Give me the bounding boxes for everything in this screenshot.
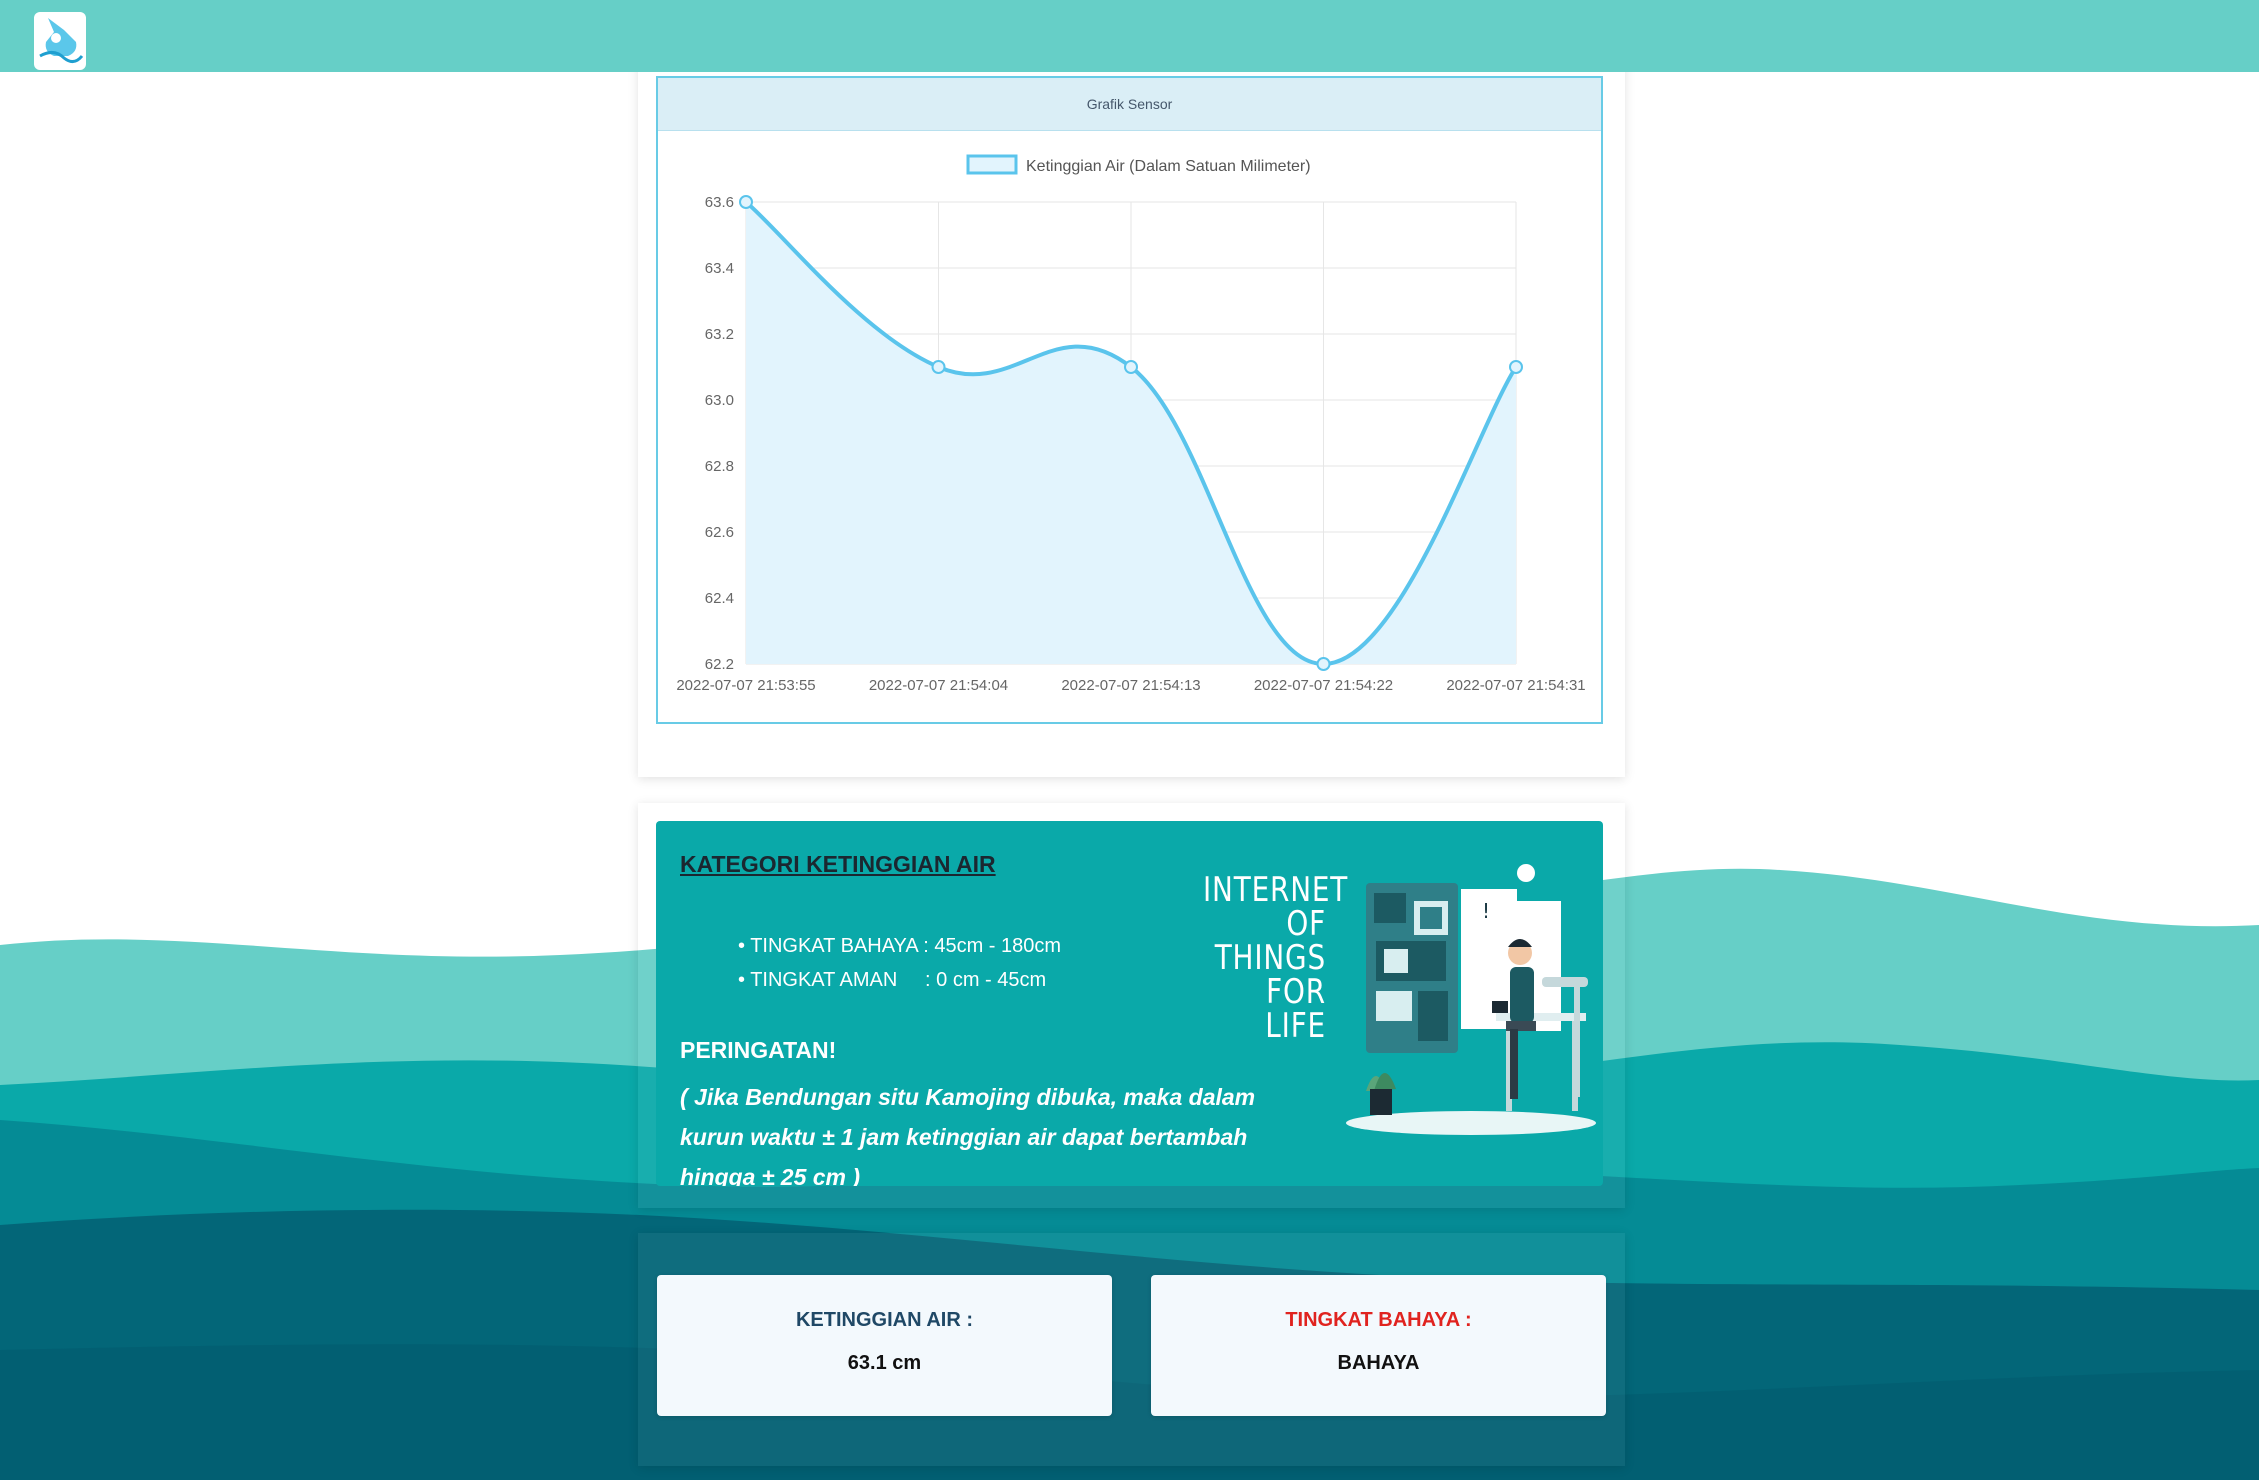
y-tick-label: 63.6 [705,194,734,211]
kategori-list: • TINGKAT BAHAYA : 45cm - 180cm • TINGKA… [738,929,1061,997]
data-point [931,360,946,374]
y-tick-label: 63.0 [705,392,734,409]
x-tick-label: 2022-07-07 21:54:04 [869,677,1008,694]
data-point [1316,657,1331,671]
data-point [1509,360,1523,374]
iot-line: FOR [1266,972,1326,1012]
x-tick-label: 2022-07-07 21:54:13 [1061,677,1200,694]
x-tick-label: 2022-07-07 21:53:55 [676,677,815,694]
iot-line: LIFE [1265,1006,1326,1046]
y-tick-label: 63.2 [705,326,734,343]
iot-illustration-icon: ! [1346,864,1596,1135]
svg-text:!: ! [1482,899,1490,923]
iot-line: OF [1286,904,1326,944]
warning-title: PERINGATAN! [680,1037,837,1063]
danger-level-card: TINGKAT BAHAYA : BAHAYA [1151,1275,1606,1416]
top-navbar [0,0,2259,72]
status-panel: KETINGGIAN AIR : 63.1 cm TINGKAT BAHAYA … [638,1233,1625,1466]
legend-label: Ketinggian Air (Dalam Satuan Milimeter) [1026,158,1311,175]
kategori-title: KATEGORI KETINGGIAN AIR [680,851,996,877]
water-level-card: KETINGGIAN AIR : 63.1 cm [657,1275,1112,1416]
iot-line: THINGS [1214,938,1326,978]
chart-card-title: Grafik Sensor [658,78,1601,131]
kategori-card: KATEGORI KETINGGIAN AIR • TINGKAT BAHAYA… [656,821,1603,1186]
kategori-item-aman: • TINGKAT AMAN : 0 cm - 45cm [738,969,1047,991]
water-level-chart: 63.6 63.4 63.2 63.0 62.8 62.6 62.4 62.2 2022-07-… [676,154,1586,694]
x-tick-label: 2022-07-07 21:54:31 [1446,677,1585,694]
chart-panel: Grafik Sensor 63.6 63.4 63.2 63.0 62.8 62.6 62… [638,62,1625,777]
water-level-logo-icon[interactable] [34,12,86,70]
y-tick-label: 62.2 [705,656,734,673]
y-tick-label: 62.4 [705,590,734,607]
water-level-label: KETINGGIAN AIR : [795,1309,974,1331]
y-tick-label: 62.6 [705,524,734,541]
data-point [739,195,753,209]
kategori-panel: KATEGORI KETINGGIAN AIR • TINGKAT BAHAYA… [638,803,1625,1208]
danger-level-value: BAHAYA [1337,1352,1420,1374]
iot-slogan: INTERNET OF THINGS FOR LIFE [1203,870,1349,1046]
y-tick-label: 63.4 [705,260,734,277]
legend-swatch [966,154,1018,175]
warning-text: ( Jika Bendungan situ Kamojing dibuka, m… [680,1084,1256,1186]
chart-card: Grafik Sensor 63.6 63.4 63.2 63.0 62.8 62.6 62… [656,76,1603,724]
kategori-item-bahaya: • TINGKAT BAHAYA : 45cm - 180cm [738,935,1062,957]
y-tick-label: 62.8 [705,458,734,475]
water-level-value: 63.1 cm [847,1352,922,1374]
data-point [1124,360,1138,374]
iot-line: INTERNET [1203,870,1349,910]
danger-level-label: TINGKAT BAHAYA : [1285,1309,1472,1331]
x-tick-label: 2022-07-07 21:54:22 [1254,677,1393,694]
